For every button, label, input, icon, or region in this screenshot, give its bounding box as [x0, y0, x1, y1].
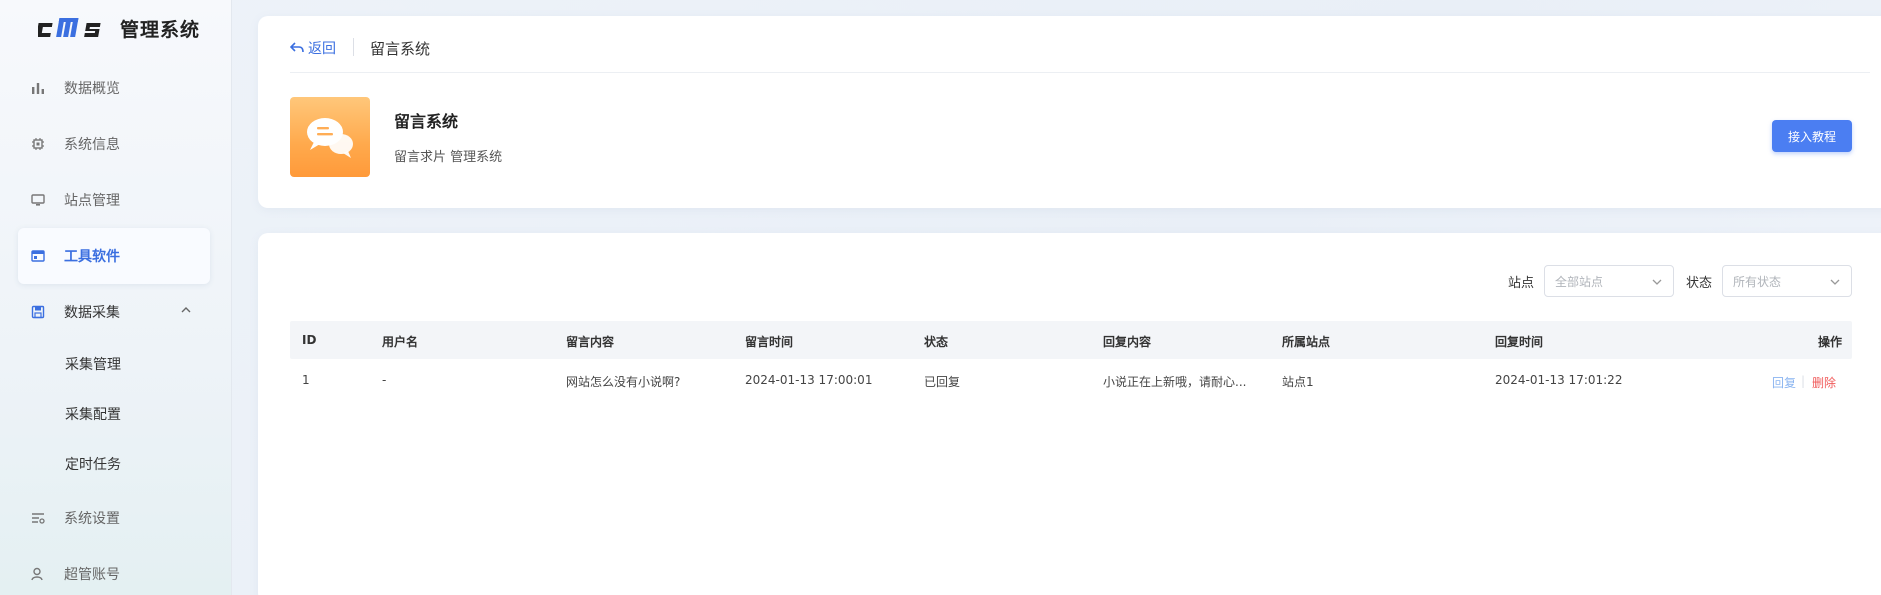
sidebar-item-collection-management[interactable]: 采集管理 — [18, 342, 210, 386]
messages-table-card: 站点 全部站点 状态 所有状态 ID 用户名 留言内容 留言时间 状态 回复内容… — [258, 233, 1881, 595]
status-select-value: 所有状态 — [1733, 274, 1782, 289]
settings-sliders-icon — [30, 510, 46, 526]
app-title: 管理系统 — [120, 18, 201, 41]
back-link[interactable]: 返回 — [290, 38, 336, 58]
back-arrow-icon — [290, 42, 304, 53]
sidebar-item-label: 站点管理 — [64, 193, 120, 209]
table-header: ID 用户名 留言内容 留言时间 状态 回复内容 所属站点 回复时间 操作 — [290, 321, 1852, 359]
chat-bubbles-icon — [307, 118, 353, 158]
app-name: 留言系统 — [394, 112, 459, 131]
reply-button[interactable]: 回复 — [1772, 374, 1796, 391]
sidebar-item-label: 数据采集 — [64, 305, 120, 321]
sidebar-item-scheduled-tasks[interactable]: 定时任务 — [18, 442, 210, 486]
site-select-value: 全部站点 — [1555, 274, 1604, 289]
column-header-content: 留言内容 — [566, 335, 615, 349]
site-filter-label: 站点 — [1508, 276, 1535, 291]
column-header-username: 用户名 — [382, 335, 419, 349]
action-separator: | — [1801, 374, 1806, 388]
divider — [353, 38, 354, 56]
sidebar-item-collection-config[interactable]: 采集配置 — [18, 392, 210, 436]
sidebar-item-data-collection[interactable]: 数据采集 — [18, 284, 210, 340]
sidebar-item-system-settings[interactable]: 系统设置 — [18, 490, 210, 546]
tutorial-button[interactable]: 接入教程 — [1772, 120, 1852, 152]
cell-status: 已回复 — [924, 375, 961, 389]
window-icon — [30, 248, 46, 264]
delete-button[interactable]: 删除 — [1812, 374, 1836, 391]
message-app-icon — [290, 97, 370, 177]
status-filter-label: 状态 — [1686, 276, 1713, 291]
save-icon — [30, 304, 46, 320]
sidebar-item-label: 系统设置 — [64, 511, 120, 527]
cell-site: 站点1 — [1282, 375, 1314, 389]
cell-username: - — [382, 373, 387, 387]
sidebar-item-tools[interactable]: 工具软件 — [18, 228, 210, 284]
cms-logo-icon — [38, 18, 101, 37]
column-header-actions: 操作 — [1818, 335, 1843, 349]
cell-time: 2024-01-13 17:00:01 — [745, 373, 873, 387]
back-label: 返回 — [308, 41, 336, 57]
sidebar: 管理系统 数据概览 系统信息 站点管理 工具软件 数据采集 采集管理 采集配置 … — [0, 0, 232, 595]
app-description: 留言求片 管理系统 — [394, 150, 503, 165]
sidebar-item-label: 采集管理 — [65, 357, 121, 373]
chip-icon — [30, 136, 46, 152]
column-header-id: ID — [302, 333, 317, 347]
sidebar-item-label: 采集配置 — [65, 407, 121, 423]
column-header-status: 状态 — [924, 335, 949, 349]
cell-reply: 小说正在上新哦，请耐心... — [1103, 375, 1247, 389]
cell-id: 1 — [302, 373, 310, 387]
column-header-site: 所属站点 — [1282, 335, 1331, 349]
divider — [290, 72, 1870, 73]
sidebar-item-label: 工具软件 — [64, 249, 120, 265]
chevron-down-icon — [1829, 276, 1841, 291]
sidebar-item-admin-account[interactable]: 超管账号 — [18, 546, 210, 595]
sidebar-item-label: 系统信息 — [64, 137, 120, 153]
chevron-down-icon — [1651, 276, 1663, 291]
monitor-icon — [30, 192, 46, 208]
cell-reply-time: 2024-01-13 17:01:22 — [1495, 373, 1623, 387]
sidebar-item-system-info[interactable]: 系统信息 — [18, 116, 210, 172]
sidebar-item-label: 数据概览 — [64, 81, 120, 97]
chevron-up-icon — [180, 304, 192, 320]
sidebar-item-label: 定时任务 — [65, 457, 121, 473]
column-header-reply-time: 回复时间 — [1495, 335, 1544, 349]
column-header-time: 留言时间 — [745, 335, 794, 349]
sidebar-item-dashboard[interactable]: 数据概览 — [18, 60, 210, 116]
site-select[interactable]: 全部站点 — [1544, 265, 1674, 297]
sidebar-item-site-management[interactable]: 站点管理 — [18, 172, 210, 228]
cell-content: 网站怎么没有小说啊? — [566, 375, 681, 389]
bar-chart-icon — [30, 80, 46, 96]
app-logo: 管理系统 — [38, 12, 200, 44]
status-select[interactable]: 所有状态 — [1722, 265, 1852, 297]
column-header-reply: 回复内容 — [1103, 335, 1152, 349]
app-header-card: 返回 留言系统 留言系统 留言求片 管理系统 接入教程 — [258, 16, 1881, 208]
sidebar-item-label: 超管账号 — [64, 567, 120, 583]
user-icon — [30, 566, 46, 582]
breadcrumb: 留言系统 — [370, 40, 431, 58]
